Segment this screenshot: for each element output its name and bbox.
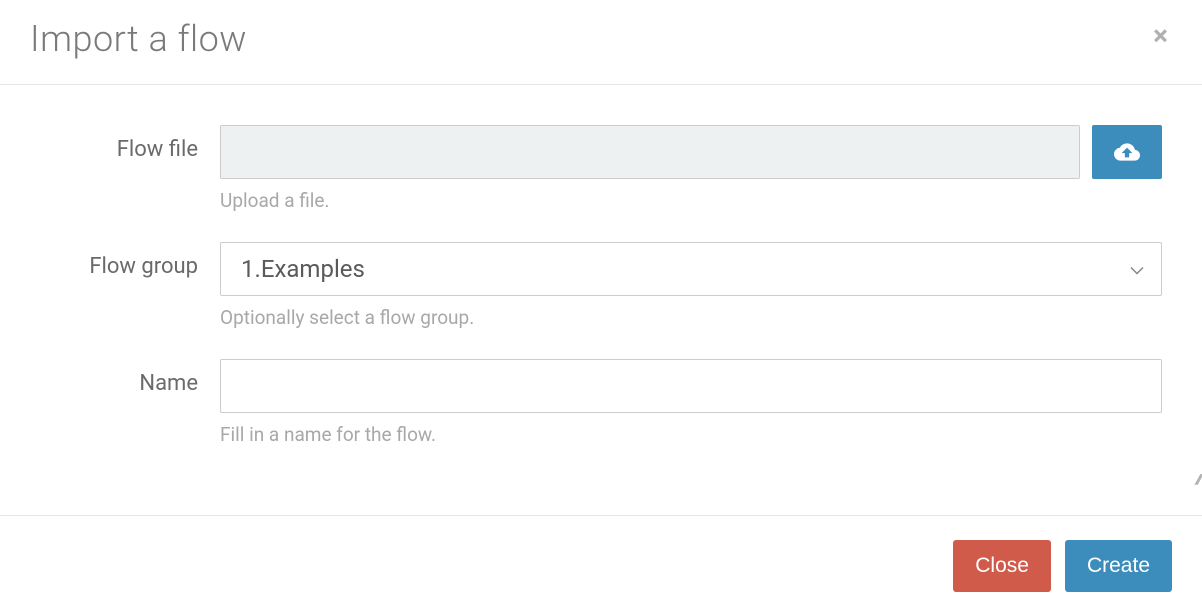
flow-file-label: Flow file (40, 125, 220, 162)
cloud-upload-icon (1114, 142, 1140, 162)
create-button[interactable]: Create (1065, 540, 1172, 592)
flow-group-selected-value: 1.Examples (241, 255, 365, 283)
name-row: Name Fill in a name for the flow. (40, 359, 1162, 446)
resize-handle-icon[interactable]: /// (1195, 472, 1200, 488)
flow-group-select-wrapper: 1.Examples (220, 242, 1162, 296)
flow-group-control: 1.Examples Optionally select a flow grou… (220, 242, 1162, 329)
flow-file-row: Flow file Upload a file. (40, 125, 1162, 212)
flow-group-row: Flow group 1.Examples Optionally select … (40, 242, 1162, 329)
close-icon[interactable]: × (1149, 18, 1172, 54)
flow-file-input[interactable] (220, 125, 1080, 179)
name-input[interactable] (220, 359, 1162, 413)
flow-file-control: Upload a file. (220, 125, 1162, 212)
close-button[interactable]: Close (953, 540, 1051, 592)
flow-file-help: Upload a file. (220, 189, 1162, 212)
upload-button[interactable] (1092, 125, 1162, 179)
name-label: Name (40, 359, 220, 396)
name-help: Fill in a name for the flow. (220, 423, 1162, 446)
flow-group-label: Flow group (40, 242, 220, 279)
modal-footer: Close Create (0, 515, 1202, 616)
flow-file-input-group (220, 125, 1162, 179)
modal-header: Import a flow × (0, 0, 1202, 85)
modal-body: Flow file Upload a file. Flow group (0, 85, 1202, 515)
name-control: Fill in a name for the flow. (220, 359, 1162, 446)
import-flow-modal: Import a flow × Flow file Upload a file.… (0, 0, 1202, 616)
flow-group-select[interactable]: 1.Examples (220, 242, 1162, 296)
flow-group-help: Optionally select a flow group. (220, 306, 1162, 329)
modal-title: Import a flow (30, 18, 247, 60)
